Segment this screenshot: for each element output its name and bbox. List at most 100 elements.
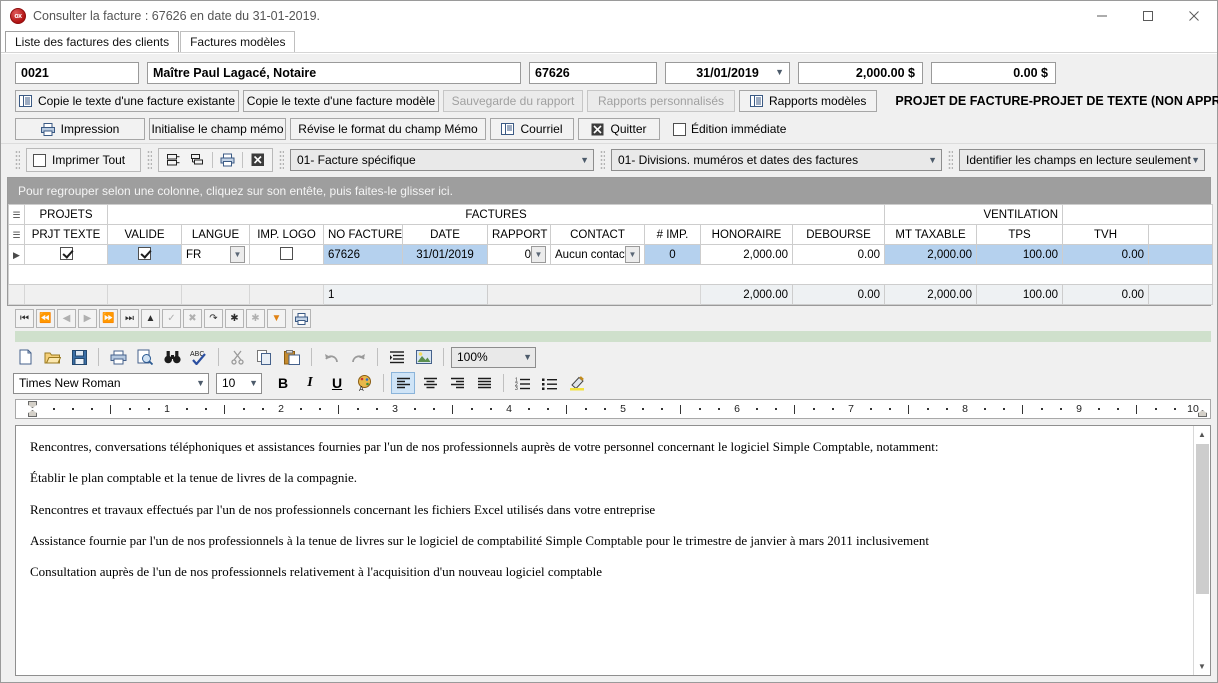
accept-edit-icon[interactable]: ✓: [162, 309, 181, 328]
column-header-ventilation-extra[interactable]: [1148, 224, 1214, 245]
print-all-checkbox[interactable]: [33, 153, 46, 167]
column-header-tps[interactable]: TPS: [976, 224, 1064, 245]
column-header-mt-taxable[interactable]: MT TAXABLE: [884, 224, 978, 245]
checkbox-box[interactable]: [280, 246, 293, 260]
chevron-down-icon[interactable]: ▼: [1191, 155, 1200, 165]
toolbar-grip[interactable]: [279, 150, 284, 170]
filter-icon[interactable]: ▼: [267, 309, 286, 328]
scrollbar-thumb[interactable]: [1195, 444, 1209, 594]
column-header-imp-logo[interactable]: IMP. LOGO: [249, 224, 324, 245]
menu-lines-icon[interactable]: ☰: [12, 210, 20, 220]
print-preview-icon[interactable]: [133, 346, 157, 368]
copy-icon[interactable]: [253, 346, 277, 368]
cell-date[interactable]: 31/01/2019: [402, 244, 488, 265]
redo-icon[interactable]: [346, 346, 370, 368]
column-header-no-facture[interactable]: NO FACTURE: [323, 224, 403, 245]
spellcheck-icon[interactable]: ABC: [187, 346, 211, 368]
highlight-marker-icon[interactable]: [565, 372, 589, 394]
first-record-icon[interactable]: ⏮: [15, 309, 34, 328]
client-name-field[interactable]: Maître Paul Lagacé, Notaire: [147, 62, 521, 84]
scroll-down-icon[interactable]: ▼: [1194, 658, 1211, 675]
next-record-icon[interactable]: ▶: [78, 309, 97, 328]
quit-button[interactable]: Quitter: [578, 118, 660, 140]
cell-honoraire[interactable]: 2,000.00: [700, 244, 793, 265]
cell-no-facture[interactable]: 67626: [323, 244, 403, 265]
paste-icon[interactable]: [280, 346, 304, 368]
maximize-icon[interactable]: [1125, 1, 1171, 31]
chevron-down-icon[interactable]: ▼: [625, 246, 640, 263]
chevron-down-icon[interactable]: ▼: [928, 155, 937, 165]
align-center-icon[interactable]: [418, 372, 442, 394]
cell-ventilation[interactable]: [1148, 244, 1214, 265]
close-icon[interactable]: [1171, 1, 1217, 31]
undo-icon[interactable]: [319, 346, 343, 368]
new-record-icon[interactable]: ✱: [225, 309, 244, 328]
cancel-edit-icon[interactable]: ✖: [183, 309, 202, 328]
chevron-down-icon[interactable]: ▼: [523, 352, 532, 362]
chevron-down-icon[interactable]: ▼: [531, 246, 546, 263]
copy-template-invoice-text-button[interactable]: Copie le texte d'une facture modèle: [243, 90, 439, 112]
toolbar-grip[interactable]: [15, 150, 20, 170]
chevron-down-icon[interactable]: ▼: [249, 378, 258, 388]
specific-invoice-select[interactable]: 01- Facture spécifique ▼: [290, 149, 594, 171]
revise-memo-format-button[interactable]: Révise le format du champ Mémo: [290, 118, 486, 140]
insert-image-icon[interactable]: [412, 346, 436, 368]
cut-scissors-icon[interactable]: [226, 346, 250, 368]
align-right-icon[interactable]: [445, 372, 469, 394]
paragraph-format-icon[interactable]: [385, 346, 409, 368]
cell-tps[interactable]: 100.00: [976, 244, 1064, 265]
column-header-debourse[interactable]: DEBOURSE: [791, 224, 886, 245]
italic-button[interactable]: I: [298, 372, 322, 394]
column-header-valide[interactable]: VALIDE: [107, 224, 182, 245]
chevron-down-icon[interactable]: ▼: [580, 155, 589, 165]
divisions-select[interactable]: 01- Divisions. muméros et dates des fact…: [611, 149, 942, 171]
copy-existing-invoice-text-button[interactable]: Copie le texte d'une facture existante: [15, 90, 239, 112]
column-header-contact[interactable]: CONTACT: [550, 224, 645, 245]
group-by-hint[interactable]: Pour regrouper selon une colonne, clique…: [8, 178, 1210, 204]
scroll-up-icon[interactable]: ▲: [1194, 426, 1211, 443]
print-icon[interactable]: [106, 346, 130, 368]
client-number-field[interactable]: 0021: [15, 62, 139, 84]
checkbox-box[interactable]: [59, 246, 73, 260]
editor-ruler[interactable]: 1 2 3 4 5 6 7 8 9 10: [15, 399, 1211, 419]
align-left-icon[interactable]: [391, 372, 415, 394]
document-scrollbar[interactable]: ▲ ▼: [1193, 426, 1210, 675]
cell-mt-taxable[interactable]: 2,000.00: [884, 244, 978, 265]
bullet-list-icon[interactable]: [538, 372, 562, 394]
invoice-date-field[interactable]: 31/01/2019 ▼: [665, 62, 790, 84]
cell-num-imp[interactable]: 0: [644, 244, 701, 265]
save-disk-icon[interactable]: [67, 346, 91, 368]
print-grid-icon[interactable]: [292, 309, 311, 328]
refresh-icon[interactable]: ↷: [204, 309, 223, 328]
last-record-icon[interactable]: ⏭: [120, 309, 139, 328]
cell-contact[interactable]: Aucun contact ▼: [550, 244, 645, 265]
zoom-select[interactable]: 100% ▼: [451, 346, 536, 368]
new-document-icon[interactable]: [13, 346, 37, 368]
amount-fees-field[interactable]: 2,000.00 $: [798, 62, 923, 84]
init-memo-field-button[interactable]: Initialise le champ mémo: [149, 118, 286, 140]
row-selector[interactable]: ▶: [8, 244, 25, 265]
chevron-down-icon[interactable]: ▼: [775, 68, 784, 77]
printer-icon[interactable]: [219, 150, 236, 170]
move-up-icon[interactable]: ▲: [141, 309, 160, 328]
find-binoculars-icon[interactable]: [160, 346, 184, 368]
cell-langue[interactable]: FR ▼: [181, 244, 250, 265]
minimize-icon[interactable]: [1079, 1, 1125, 31]
chevron-down-icon[interactable]: ▼: [196, 378, 205, 388]
column-header-langue[interactable]: LANGUE: [181, 224, 250, 245]
document-body[interactable]: Rencontres, conversations téléphoniques …: [16, 426, 1193, 675]
cell-tvh[interactable]: 0.00: [1062, 244, 1150, 265]
column-header-date[interactable]: DATE: [402, 224, 488, 245]
column-header-num-imp[interactable]: # IMP.: [644, 224, 701, 245]
table-row[interactable]: ▶ FR ▼ 67626 31/01/2019 0 ▼ Aucun contac…: [8, 244, 1214, 265]
checkbox-box[interactable]: [138, 246, 151, 260]
column-header-honoraire[interactable]: HONORAIRE: [700, 224, 793, 245]
toolbar-grip[interactable]: [147, 150, 152, 170]
prev-record-icon[interactable]: ◀: [57, 309, 76, 328]
cell-imp-logo[interactable]: [249, 244, 324, 265]
print-button[interactable]: Impression: [15, 118, 145, 140]
toolbar-grip[interactable]: [948, 150, 953, 170]
font-size-select[interactable]: 10 ▼: [216, 372, 262, 394]
align-justify-icon[interactable]: [472, 372, 496, 394]
column-header-rapport[interactable]: RAPPORT: [487, 224, 551, 245]
